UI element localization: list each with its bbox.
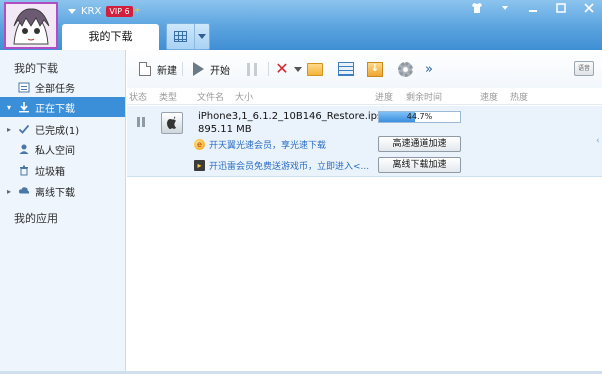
sidebar-item-all-tasks[interactable]: 全部任务 (0, 77, 125, 97)
sidebar-item-completed[interactable]: ▸ 已完成(1) (0, 119, 125, 139)
close-icon[interactable] (582, 2, 596, 17)
promo-link-tianyi[interactable]: e 开天翼光速会员，享光速下载 (194, 137, 326, 151)
folder-icon (307, 62, 323, 76)
play-icon (192, 62, 204, 76)
sidebar-item-label: 私人空间 (35, 145, 75, 157)
promo-link-xunlei[interactable]: ▸ 开迅雷会员免费送游戏币，立即进入<... (194, 158, 369, 172)
start-label: 开始 (210, 65, 230, 77)
column-heat[interactable]: 热度 (510, 90, 528, 103)
username[interactable]: KRX (81, 6, 101, 17)
avatar[interactable] (4, 2, 58, 49)
sidebar-heading: 我的下载 (14, 62, 58, 75)
downloading-icon (17, 101, 30, 114)
grid-icon (174, 31, 187, 42)
offline-download-accelerate-button[interactable]: 离线下载加速 (378, 157, 461, 173)
more-icon: » (425, 61, 433, 77)
column-remaining[interactable]: 剩余时间 (406, 90, 442, 103)
user-info[interactable]: KRX VIP 6 + (68, 4, 141, 18)
completed-icon (17, 123, 30, 136)
column-filename[interactable]: 文件名 (197, 90, 224, 103)
pause-button[interactable] (244, 60, 260, 78)
window-controls (470, 2, 596, 17)
all-tasks-icon (17, 81, 30, 94)
trash-icon (17, 164, 30, 177)
progress-text: 44.7% (406, 112, 433, 121)
tshirt-icon[interactable] (470, 2, 484, 17)
sidebar-item-private-space[interactable]: 私人空间 (0, 139, 125, 159)
voice-button[interactable]: 语音 (574, 61, 594, 76)
gear-icon (397, 61, 413, 77)
high-speed-channel-button[interactable]: 高速通道加速 (378, 136, 461, 152)
column-speed[interactable]: 速度 (480, 90, 498, 103)
tab-my-downloads[interactable]: 我的下载 (62, 24, 159, 50)
sidebar-item-label: 正在下载 (35, 103, 75, 115)
sidebar-item-label: 离线下载 (35, 187, 75, 199)
toolbar-divider (268, 62, 269, 76)
sidebar-item-label: 已完成(1) (35, 125, 80, 137)
new-task-button[interactable]: 新建 (137, 60, 177, 78)
view-switch-button[interactable] (166, 23, 210, 50)
task-filename: iPhone3,1_6.1.2_10B146_Restore.ipsw (198, 111, 391, 122)
sidebar-apps-heading[interactable]: 我的应用 (0, 210, 58, 226)
more-button[interactable]: » (425, 60, 433, 78)
grid-view-toggle[interactable] (167, 24, 195, 49)
delete-button[interactable]: ✕ (274, 60, 302, 78)
task-list-button[interactable] (338, 60, 354, 78)
view-dropdown[interactable] (195, 24, 209, 49)
column-header: 状态 类型 文件名 大小 进度 剩余时间 速度 热度 (127, 88, 602, 105)
new-task-label: 新建 (157, 65, 177, 77)
avatar-image (6, 4, 56, 47)
column-type[interactable]: 类型 (159, 90, 177, 103)
chevron-down-icon (198, 34, 206, 39)
chevron-down-icon[interactable] (294, 66, 302, 72)
vip-badge[interactable]: VIP 6 (106, 5, 133, 17)
game-icon: ▸ (194, 159, 205, 171)
file-type-icon (161, 112, 183, 134)
download-manager-button[interactable]: ↓ (367, 60, 383, 78)
chevron-down-icon[interactable] (68, 8, 76, 14)
sidebar-item-label: 全部任务 (35, 83, 75, 95)
toolbar: 新建 开始 ✕ ↓ » 语音 (127, 50, 602, 88)
sidebar-item-offline[interactable]: ▸ 离线下载 (0, 181, 125, 201)
private-space-icon (17, 143, 30, 156)
column-progress[interactable]: 进度 (375, 90, 393, 103)
chevron-right-icon[interactable]: ▸ (7, 187, 17, 196)
download-box-icon: ↓ (367, 61, 383, 77)
maximize-icon[interactable] (554, 2, 568, 17)
vip-plus-icon: + (133, 5, 142, 16)
task-list-empty-area (127, 177, 602, 374)
offline-icon (17, 185, 30, 198)
sidebar-item-downloading[interactable]: ▾ 正在下载 (0, 97, 125, 117)
promo-text[interactable]: 开迅雷会员免费送游戏币，立即进入<... (209, 159, 369, 172)
task-row[interactable]: iPhone3,1_6.1.2_10B146_Restore.ipsw 895.… (127, 106, 602, 177)
sidebar: 我的下载 全部任务 ▾ 正在下载 ▸ 已完成(1) 私人空间 垃圾箱 ▸ 离线下… (0, 50, 126, 374)
new-file-icon (139, 62, 151, 76)
column-status[interactable]: 状态 (129, 90, 147, 103)
chevron-left-icon[interactable]: ‹ (596, 131, 602, 151)
start-button[interactable]: 开始 (190, 60, 230, 78)
title-bar: KRX VIP 6 + 我的下载 (0, 0, 602, 50)
sidebar-item-trash[interactable]: 垃圾箱 (0, 160, 125, 180)
pause-icon[interactable] (137, 117, 145, 127)
progress-bar: 44.7% (378, 111, 461, 123)
delete-x-icon: ✕ (275, 59, 289, 78)
chevron-right-icon[interactable]: ▸ (7, 125, 17, 134)
toolbar-divider (182, 62, 183, 76)
chevron-down-icon: ▾ (7, 102, 12, 112)
settings-button[interactable] (397, 60, 413, 78)
minimize-icon[interactable] (526, 2, 540, 17)
column-size[interactable]: 大小 (235, 90, 253, 103)
list-icon (338, 62, 354, 76)
open-folder-button[interactable] (307, 60, 323, 78)
promo-text[interactable]: 开天翼光速会员，享光速下载 (209, 138, 326, 151)
tianyi-icon: e (194, 138, 205, 150)
sidebar-item-label: 垃圾箱 (35, 166, 65, 178)
task-filesize: 895.11 MB (198, 124, 252, 135)
pause-icon (247, 62, 257, 76)
menu-icon[interactable] (498, 2, 512, 17)
